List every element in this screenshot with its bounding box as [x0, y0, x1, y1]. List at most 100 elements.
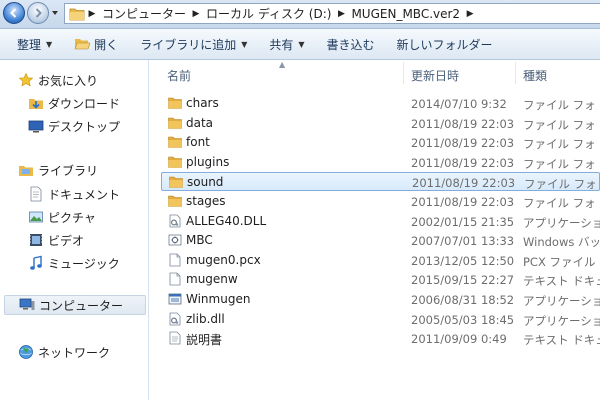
breadcrumb-computer[interactable]: コンピューター — [99, 5, 189, 22]
file-type: テキスト ドキュ — [523, 274, 600, 289]
folder-icon — [168, 194, 182, 208]
file-name: sound — [187, 175, 224, 190]
file-modified-date: 2007/07/01 13:33 — [411, 234, 515, 249]
back-button[interactable] — [3, 2, 25, 24]
burn-label: 書き込む — [326, 37, 375, 52]
file-row[interactable]: zlib.dll 2005/05/03 18:45 アプリケーショ — [161, 310, 600, 329]
dll-icon — [168, 214, 182, 228]
file-row[interactable]: chars 2014/07/10 9:32 ファイル フォ — [161, 94, 600, 113]
organize-label: 整理 — [17, 37, 42, 52]
burn-button[interactable]: 書き込む — [316, 32, 386, 56]
breadcrumb-mugen-folder[interactable]: MUGEN_MBC.ver2 — [348, 7, 463, 21]
file-name: plugins — [186, 154, 230, 169]
column-header-date[interactable]: 更新日時 — [411, 67, 459, 84]
desktop-icon — [28, 118, 44, 134]
file-modified-date: 2015/09/15 22:27 — [411, 273, 515, 288]
nav-item-computer[interactable]: コンピューター — [4, 295, 146, 315]
file-type: ファイル フォ — [524, 177, 597, 192]
chevron-down-icon: ▼ — [241, 39, 248, 49]
nav-item-videos[interactable]: ビデオ — [28, 230, 84, 250]
file-row[interactable]: stages 2011/08/19 22:03 ファイル フォ — [161, 192, 600, 211]
folder-icon — [168, 116, 182, 130]
file-type: ファイル フォ — [523, 117, 596, 132]
breadcrumb-chevron-icon[interactable]: ▶ — [463, 9, 477, 19]
file-row[interactable]: font 2011/08/19 22:03 ファイル フォ — [161, 133, 600, 152]
nav-label: ダウンロード — [48, 96, 121, 111]
file-type: テキスト ドキュ — [523, 333, 600, 348]
breadcrumb-chevron-icon[interactable]: ▶ — [85, 9, 99, 19]
column-header-type[interactable]: 種類 — [523, 67, 547, 84]
folder-icon — [168, 96, 182, 110]
add-to-library-label: ライブラリに追加 — [140, 37, 237, 52]
file-row[interactable]: mugen0.pcx 2013/12/05 12:50 PCX ファイル — [161, 251, 600, 270]
breadcrumb-chevron-icon[interactable]: ▶ — [334, 9, 348, 19]
file-name: 説明書 — [186, 333, 223, 348]
nav-item-pictures[interactable]: ピクチャ — [28, 207, 96, 227]
nav-item-libraries[interactable]: ライブラリ — [18, 160, 98, 180]
file-name: Winmugen — [186, 292, 251, 306]
file-name: stages — [186, 194, 226, 208]
file-modified-date: 2011/08/19 22:03 — [411, 136, 515, 151]
open-button[interactable]: 開く — [63, 32, 129, 56]
address-input[interactable]: ▶ コンピューター ▶ ローカル ディスク (D:) ▶ MUGEN_MBC.v… — [64, 3, 600, 24]
file-type: ファイル フォ — [523, 156, 596, 171]
file-type: Windows バッチ — [523, 235, 600, 250]
file-row[interactable]: mugenw 2015/09/15 22:27 テキスト ドキュ — [161, 270, 600, 289]
breadcrumb-local-disk[interactable]: ローカル ディスク (D:) — [203, 5, 334, 22]
file-modified-date: 2006/08/31 18:52 — [411, 293, 515, 307]
share-button[interactable]: 共有 ▼ — [258, 32, 315, 56]
nav-label: ミュージック — [48, 256, 120, 271]
document-icon — [28, 186, 44, 202]
file-row[interactable]: sound 2011/08/19 22:03 ファイル フォ — [161, 172, 600, 192]
nav-item-documents[interactable]: ドキュメント — [28, 184, 120, 204]
forward-arrow-icon — [35, 8, 42, 18]
chevron-down-icon: ▼ — [298, 39, 305, 49]
computer-icon — [19, 297, 35, 313]
nav-label: ライブラリ — [38, 163, 99, 178]
nav-item-desktop[interactable]: デスクトップ — [28, 116, 120, 136]
sort-ascending-icon: ▲ — [279, 60, 286, 69]
nav-label: コンピューター — [39, 298, 124, 313]
breadcrumb-chevron-icon[interactable]: ▶ — [189, 9, 203, 19]
file-row[interactable]: MBC 2007/07/01 13:33 Windows バッチ — [161, 231, 600, 250]
nav-item-music[interactable]: ミュージック — [28, 253, 120, 273]
dll-icon — [168, 312, 182, 326]
file-modified-date: 2011/09/09 0:49 — [411, 332, 507, 347]
column-divider[interactable] — [515, 62, 516, 84]
file-row[interactable]: 説明書 2011/09/09 0:49 テキスト ドキュ — [161, 329, 600, 348]
nav-item-downloads[interactable]: ダウンロード — [28, 93, 120, 113]
file-type: ファイル フォ — [523, 137, 596, 152]
file-type: ファイル フォ — [523, 196, 596, 210]
file-row[interactable]: data 2011/08/19 22:03 ファイル フォ — [161, 114, 600, 133]
file-modified-date: 2002/01/15 21:35 — [411, 214, 515, 229]
file-modified-date: 2011/08/19 22:03 — [411, 155, 515, 170]
breadcrumb: ▶ コンピューター ▶ ローカル ディスク (D:) ▶ MUGEN_MBC.v… — [85, 4, 477, 23]
nav-item-favorites[interactable]: お気に入り — [18, 70, 98, 90]
column-header-name[interactable]: 名前 — [167, 67, 191, 84]
pictures-icon — [28, 209, 44, 225]
nav-label: ビデオ — [48, 233, 85, 248]
new-folder-button[interactable]: 新しいフォルダー — [386, 32, 504, 56]
file-modified-date: 2011/08/19 22:03 — [411, 116, 515, 131]
file-name: mugenw — [186, 272, 238, 287]
file-row[interactable]: plugins 2011/08/19 22:03 ファイル フォ — [161, 153, 600, 172]
file-type: アプリケーショ — [523, 313, 600, 328]
add-to-library-button[interactable]: ライブラリに追加 ▼ — [129, 32, 258, 56]
file-row[interactable]: Winmugen 2006/08/31 18:52 アプリケーショ — [161, 290, 600, 309]
share-label: 共有 — [269, 37, 294, 52]
exe-icon — [168, 292, 182, 306]
column-divider[interactable] — [403, 62, 404, 84]
file-row[interactable]: ALLEG40.DLL 2002/01/15 21:35 アプリケーショ — [161, 212, 600, 231]
column-header-row: ▲ 名前 更新日時 種類 — [149, 60, 600, 86]
file-name: ALLEG40.DLL — [186, 213, 267, 228]
navigation-pane: お気に入り ダウンロード デスクトップ ライブラリ ドキュメント ピクチャ ビデ… — [0, 60, 149, 400]
forward-button[interactable] — [27, 2, 49, 24]
file-name: zlib.dll — [186, 311, 225, 326]
organize-button[interactable]: 整理 ▼ — [6, 32, 63, 56]
folder-icon — [69, 8, 85, 20]
nav-item-network[interactable]: ネットワーク — [18, 342, 110, 362]
file-type: アプリケーショ — [523, 215, 600, 230]
file-modified-date: 2014/07/10 9:32 — [411, 97, 507, 111]
nav-label: お気に入り — [38, 73, 99, 88]
recent-pages-chevron-icon[interactable] — [51, 9, 59, 17]
